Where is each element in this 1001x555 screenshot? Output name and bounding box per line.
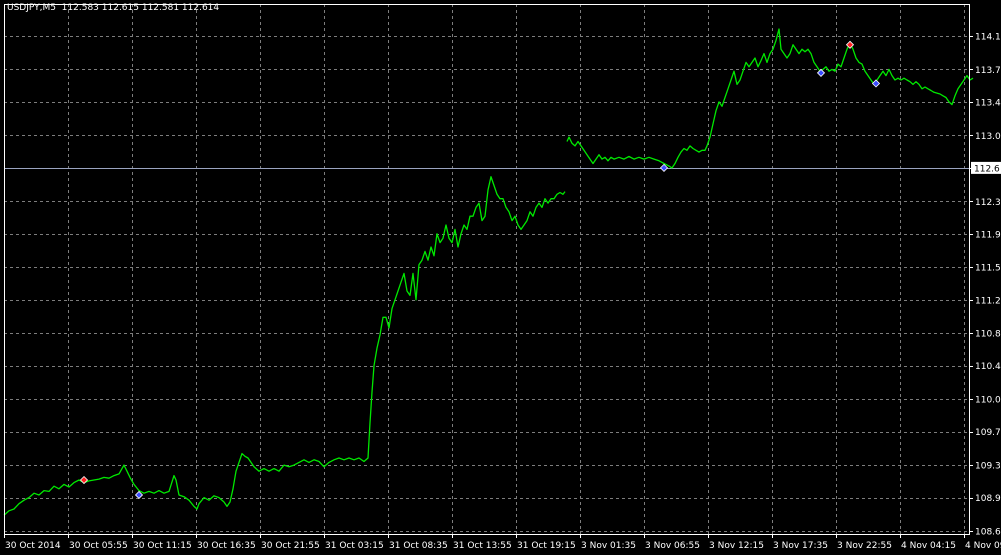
y-tick-label: 112.3 <box>975 198 1001 208</box>
x-tick-label: 30 Oct 2014 <box>5 541 61 551</box>
y-axis: 114.1 113.7 113.4 113.0 112.6 112.3 111.9 111.5… <box>969 33 1001 538</box>
x-tick-label: 3 Nov 01:35 <box>581 541 636 551</box>
x-tick-label: 3 Nov 12:15 <box>709 541 764 551</box>
price-line <box>3 176 566 516</box>
plot-border <box>4 4 970 535</box>
x-tick-label: 3 Nov 22:55 <box>837 541 892 551</box>
y-tick-label: 108.9 <box>975 494 1001 504</box>
chart-frame <box>4 4 970 535</box>
y-tick-label: 113.4 <box>975 98 1001 108</box>
y-tick-label: 111.9 <box>975 230 1001 240</box>
y-tick-label: 108.6 <box>975 528 1001 538</box>
x-tick-label: 31 Oct 13:55 <box>453 541 512 551</box>
grid-layer <box>4 4 969 534</box>
x-tick-label: 4 Nov 09 <box>965 541 1001 551</box>
buy-marker <box>816 68 826 77</box>
y-tick-label: 110.0 <box>975 396 1001 406</box>
y-tick-label: 111.2 <box>975 296 1001 306</box>
price-line <box>566 28 974 169</box>
x-tick-label: 30 Oct 05:55 <box>69 541 128 551</box>
y-tick-label: 110.4 <box>975 362 1001 372</box>
x-tick-label: 31 Oct 08:35 <box>389 541 448 551</box>
y-tick-label: 113.7 <box>975 66 1001 76</box>
y-tick-label: 109.3 <box>975 462 1001 472</box>
x-tick-label: 30 Oct 21:55 <box>261 541 320 551</box>
price-chart[interactable]: 114.1 113.7 113.4 113.0 112.6 112.3 111.9 111.5… <box>0 0 1001 555</box>
y-tick-label: 114.1 <box>975 33 1001 43</box>
x-tick-label: 30 Oct 16:35 <box>197 541 256 551</box>
x-tick-label: 3 Nov 06:55 <box>645 541 700 551</box>
price-series-layer <box>3 28 974 516</box>
buy-marker <box>871 79 881 88</box>
x-tick-label: 31 Oct 19:15 <box>517 541 576 551</box>
x-tick-label: 4 Nov 04:15 <box>901 541 956 551</box>
x-tick-label: 31 Oct 03:15 <box>325 541 384 551</box>
x-tick-label: 3 Nov 17:35 <box>773 541 828 551</box>
y-tick-label: 109.7 <box>975 428 1001 438</box>
sell-marker <box>79 475 89 485</box>
current-price-label: 112.6 <box>974 164 1000 174</box>
y-tick-label: 111.5 <box>975 264 1001 274</box>
y-tick-label: 113.0 <box>975 132 1001 142</box>
x-axis: 30 Oct 2014 30 Oct 05:55 30 Oct 11:15 30 Oc… <box>4 534 1001 551</box>
x-tick-label: 30 Oct 11:15 <box>133 541 192 551</box>
trade-marker-layer <box>79 40 881 500</box>
y-tick-label: 110.8 <box>975 330 1001 340</box>
